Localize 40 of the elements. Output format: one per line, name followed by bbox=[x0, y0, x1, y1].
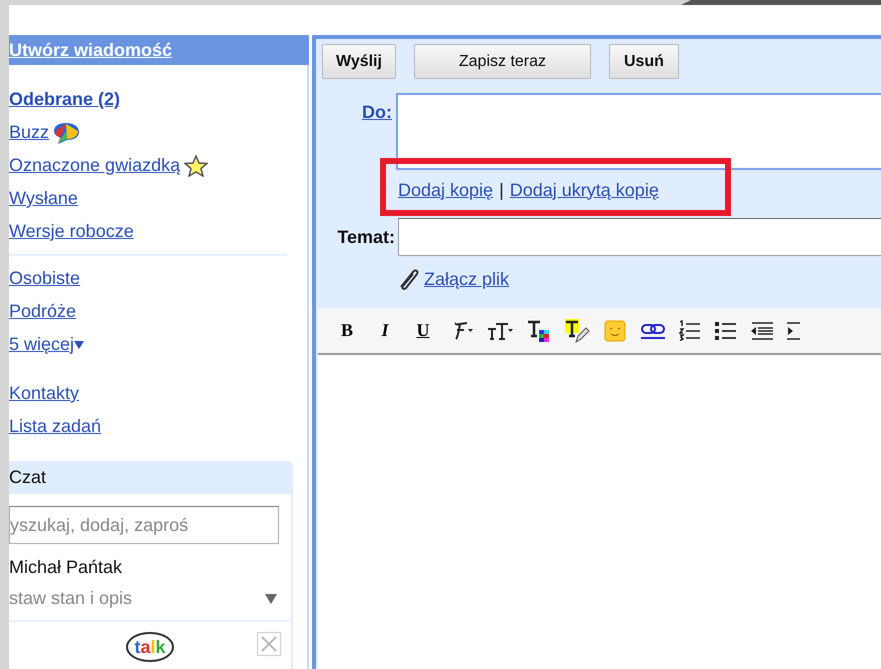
paperclip-icon bbox=[398, 267, 420, 291]
attach-file-link[interactable]: Załącz plik bbox=[424, 266, 510, 292]
bullet-list-icon[interactable] bbox=[714, 320, 738, 342]
subject-label: Temat: bbox=[336, 226, 396, 248]
speech-bubble-icon bbox=[53, 120, 80, 144]
chat-search-field[interactable]: yszukaj, dodaj, zaproś bbox=[9, 506, 279, 544]
smiley-icon[interactable] bbox=[604, 320, 626, 342]
nav-link[interactable]: Lista zadań bbox=[9, 413, 102, 440]
label-link[interactable]: Osobiste bbox=[9, 265, 80, 292]
add-cc-link[interactable]: Dodaj kopię bbox=[398, 176, 494, 204]
toolbar-button[interactable]: Zapisz teraz bbox=[414, 44, 591, 79]
nav-link[interactable]: Wersje robocze bbox=[9, 218, 134, 245]
outdent-icon[interactable] bbox=[750, 320, 774, 342]
toolbar-button[interactable]: Usuń bbox=[608, 44, 679, 79]
numbered-list-icon[interactable] bbox=[678, 320, 702, 342]
user-name: Michał Pańtak bbox=[9, 556, 124, 579]
status-text: staw stan i opis bbox=[9, 587, 132, 610]
to-link[interactable]: Do: bbox=[362, 99, 392, 170]
nav-link[interactable]: Oznaczone gwiazdką bbox=[9, 152, 180, 179]
talk-logo: talk bbox=[126, 632, 174, 662]
subject-field[interactable] bbox=[398, 218, 881, 256]
nav-link[interactable]: Buzz bbox=[9, 119, 50, 146]
to-field[interactable] bbox=[396, 93, 881, 170]
label-link[interactable]: Podróże bbox=[9, 298, 76, 325]
separator-text: | bbox=[499, 178, 504, 202]
indent-icon[interactable] bbox=[786, 320, 800, 342]
dropdown-arrow-icon[interactable] bbox=[265, 594, 277, 604]
star-icon bbox=[184, 154, 208, 176]
format-button[interactable]: B bbox=[334, 318, 360, 344]
nav-link[interactable]: Odebrane (2) bbox=[9, 86, 120, 113]
dropdown-arrow-icon[interactable] bbox=[74, 340, 84, 348]
toolbar-button[interactable]: Wyślij bbox=[322, 44, 396, 79]
nav-link[interactable]: Wysłane bbox=[9, 185, 78, 212]
label-link[interactable]: 5 więcej bbox=[9, 331, 74, 358]
add-bcc-link[interactable]: Dodaj ukrytą kopię bbox=[510, 176, 659, 204]
format-button[interactable]: U bbox=[410, 318, 436, 344]
chat-title: Czat bbox=[9, 466, 48, 489]
highlighter-icon[interactable] bbox=[564, 318, 590, 344]
nav-link[interactable]: Kontakty bbox=[9, 380, 80, 407]
format-button[interactable]: I bbox=[372, 318, 398, 344]
